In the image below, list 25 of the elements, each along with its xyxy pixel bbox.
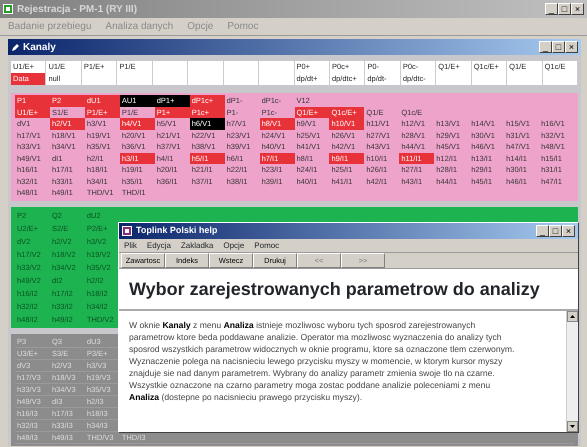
menu-item[interactable]: Pomoc: [254, 240, 280, 252]
minimize-button[interactable]: _: [536, 225, 549, 237]
window-title: Rejestracja - PM-1 (RY III): [17, 2, 138, 16]
menu-item[interactable]: Plik: [124, 240, 137, 252]
menu-item[interactable]: Zakladka: [180, 240, 214, 252]
close-button[interactable]: ×: [562, 225, 575, 237]
pencil-icon: [11, 42, 20, 52]
scrollbar[interactable]: [566, 311, 578, 432]
app-icon: [122, 226, 132, 236]
help-text: W oknie Kanaly z menu Analiza istnieje mozliwosc wyboru tych sposrod zarejestrowanych parametrow ktore beda poddawane analizie. Operator ma mozliwosc wyznaczenia do analizy tych sposrod wszystkich parametrow widocznych w oknie programu, ktore sa oznaczone tlem czerwonym. Wyznaczenie polega na nacisnieciu lewego przycisku myszy w momencie, w ktorym kursor myszy znajduje sie nad danym parametrem. Wybrany do analizy parametr zmienia swoje tlo na czarne. Wszystkie oznaczone na czarno parametry moga zostac poddane analizie poleceniami z menu Analiza (dostepne po nacisnieciu prawego przycisku myszy).: [128, 319, 516, 404]
maximize-button[interactable]: □: [558, 3, 571, 15]
close-button[interactable]: ×: [565, 41, 578, 53]
help-heading: Wybor zarejestrowanych parametrow do analizy: [119, 269, 578, 311]
menu-item[interactable]: Opcje: [223, 240, 244, 252]
close-button[interactable]: ×: [571, 3, 584, 15]
scroll-up-button[interactable]: [567, 311, 578, 322]
maximize-button[interactable]: □: [552, 41, 565, 53]
window-title: Toplink Polski help: [136, 224, 218, 238]
minimize-button[interactable]: _: [539, 41, 552, 53]
menu-item[interactable]: Edycja: [146, 240, 171, 252]
maximize-button[interactable]: □: [549, 225, 562, 237]
scroll-down-button[interactable]: [567, 421, 578, 432]
window-title: Kanaly: [23, 40, 56, 54]
minimize-button[interactable]: _: [545, 3, 558, 15]
app-icon: [3, 4, 13, 14]
